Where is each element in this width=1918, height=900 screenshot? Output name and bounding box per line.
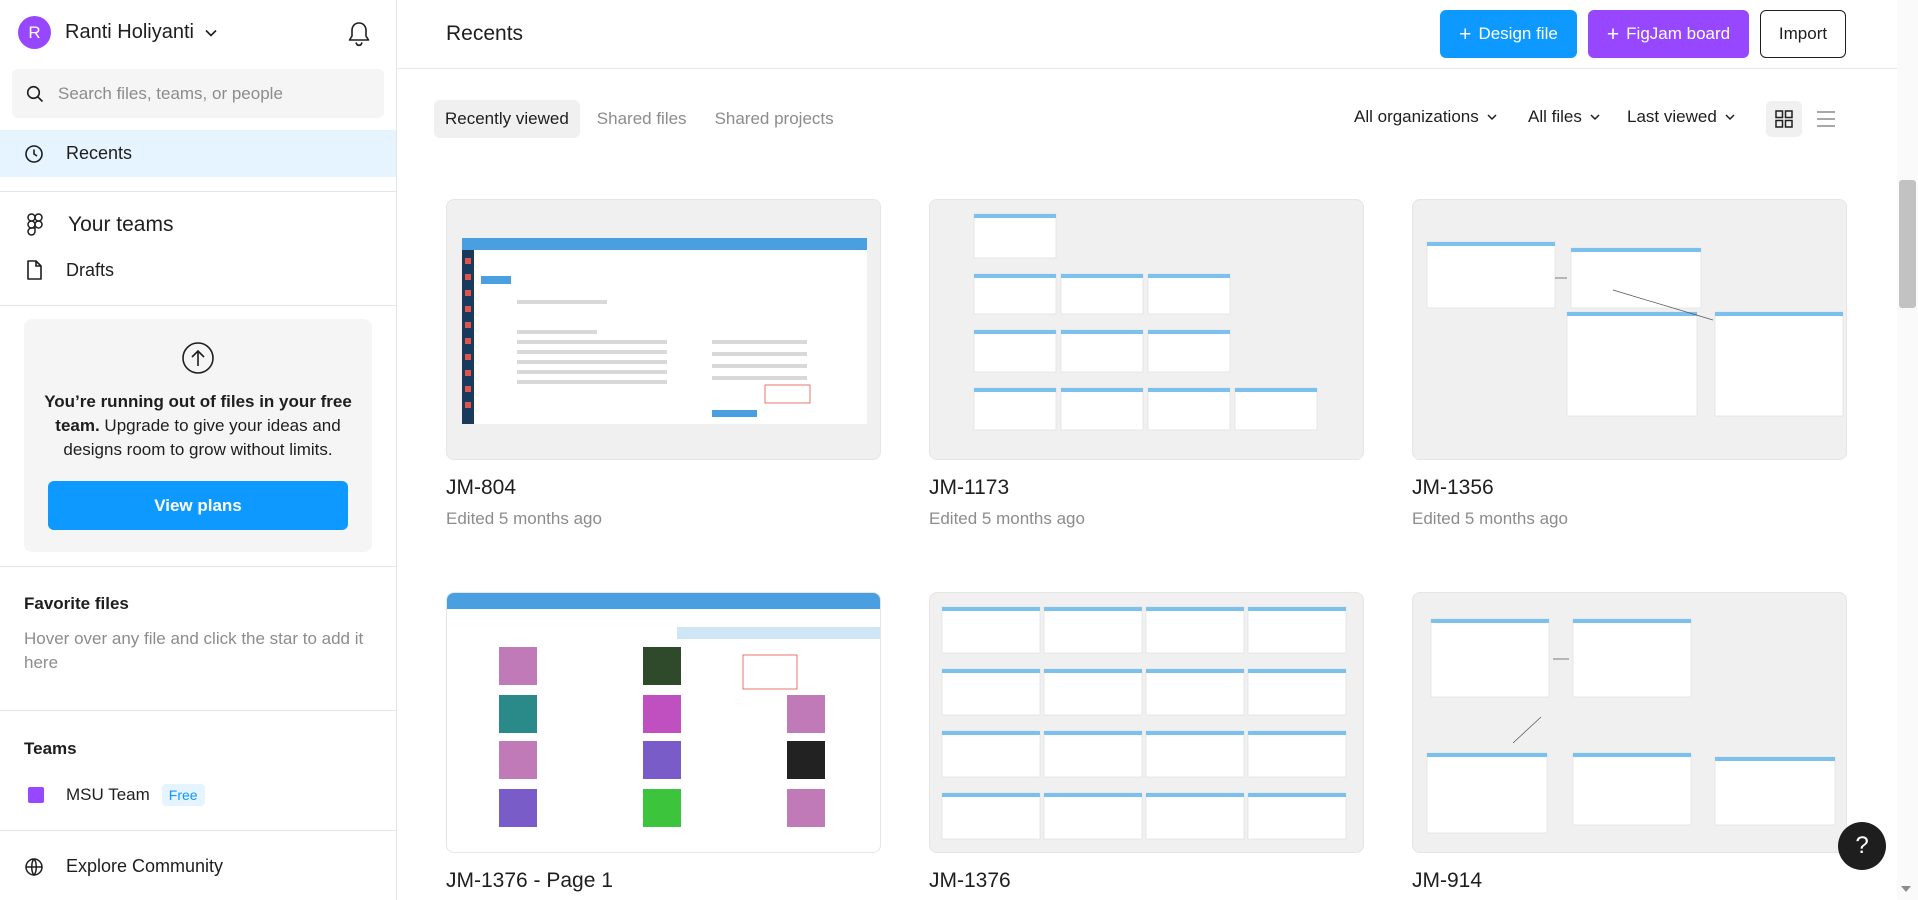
list-view-toggle[interactable] [1808, 101, 1844, 137]
sort-dropdown[interactable]: Last viewed [1627, 107, 1737, 127]
plan-badge: Free [161, 784, 205, 806]
file-thumbnail [929, 199, 1364, 460]
file-card[interactable]: JM-804 Edited 5 months ago [446, 199, 881, 539]
organization-filter-dropdown[interactable]: All organizations [1354, 107, 1499, 127]
main-content: Recents + Design file + FigJam board Imp… [398, 0, 1918, 900]
file-edited-time: Edited 5 months ago [1412, 509, 1568, 528]
top-bar: Recents + Design file + FigJam board Imp… [398, 0, 1918, 69]
tab-recently-viewed[interactable]: Recently viewed [434, 100, 580, 138]
scrollbar-thumb[interactable] [1899, 180, 1916, 308]
plus-icon: + [1606, 22, 1620, 46]
divider [0, 191, 396, 192]
grid-view-toggle[interactable] [1766, 101, 1802, 137]
file-card[interactable]: JM-1376 - Page 1 [446, 592, 881, 900]
file-name: JM-1376 - Page 1 [446, 869, 613, 892]
help-button[interactable]: ? [1838, 822, 1886, 870]
file-thumbnail [1412, 199, 1847, 460]
sidebar-item-label: Your teams [68, 213, 174, 236]
sidebar-item-label: Drafts [66, 259, 115, 280]
file-name: JM-914 [1412, 869, 1483, 892]
page-title: Recents [446, 22, 524, 45]
favorite-files-hint: Hover over any file and click the star t… [24, 629, 364, 672]
divider [0, 710, 396, 711]
sidebar-item-label: Explore Community [66, 856, 224, 876]
scrollbar-track[interactable] [1897, 0, 1918, 900]
file-card[interactable]: JM-1173 Edited 5 months ago [929, 199, 1364, 539]
account-name: Ranti Holiyanti [65, 21, 194, 43]
upgrade-message: You’re running out of files in your free… [44, 390, 352, 462]
sidebar: R Ranti Holiyanti Recents [0, 0, 397, 900]
tab-shared-files[interactable]: Shared files [586, 100, 698, 138]
plus-icon: + [1459, 22, 1472, 46]
sidebar-item-drafts[interactable]: Drafts [24, 259, 114, 281]
chevron-down-icon [1485, 110, 1499, 124]
file-thumbnail [929, 592, 1364, 853]
sidebar-item-msu-team[interactable]: MSU Team Free [28, 784, 205, 806]
file-thumbnail [446, 199, 881, 460]
file-name: JM-804 [446, 476, 517, 499]
upgrade-banner: You’re running out of files in your free… [24, 319, 372, 552]
file-thumbnail [446, 592, 881, 853]
filter-label: All files [1528, 107, 1582, 126]
button-label: Design file [1478, 24, 1558, 43]
upgrade-message-text: Upgrade to give your ideas and designs r… [63, 416, 341, 459]
arrow-up-circle-icon [181, 341, 215, 380]
new-figjam-board-button[interactable]: + FigJam board [1588, 10, 1749, 58]
sidebar-item-your-teams[interactable]: Your teams [24, 212, 173, 238]
search-box[interactable] [12, 69, 384, 118]
file-edited-time: Edited 5 months ago [929, 509, 1085, 528]
file-card[interactable]: JM-1376 [929, 592, 1364, 900]
team-name: MSU Team [66, 785, 150, 804]
file-type-filter-dropdown[interactable]: All files [1528, 107, 1602, 127]
filter-label: All organizations [1354, 107, 1479, 126]
file-thumbnail [1412, 592, 1847, 853]
file-tabs: Recently viewed Shared files Shared proj… [434, 100, 851, 138]
grid-icon [1775, 110, 1793, 128]
filter-label: Last viewed [1627, 107, 1717, 126]
button-label: FigJam board [1626, 24, 1731, 43]
tab-shared-projects[interactable]: Shared projects [704, 100, 845, 138]
file-card[interactable]: JM-1356 Edited 5 months ago [1412, 199, 1847, 539]
account-switcher[interactable]: R Ranti Holiyanti [18, 16, 218, 49]
file-name: JM-1376 [929, 869, 1011, 892]
clock-icon [25, 144, 43, 163]
file-edited-time: Edited 5 months ago [446, 509, 602, 528]
figma-logo-icon [27, 213, 43, 236]
globe-icon [25, 857, 43, 876]
notifications-bell-icon[interactable] [346, 20, 372, 48]
file-card[interactable]: JM-914 [1412, 592, 1847, 900]
team-color-swatch [28, 787, 44, 803]
sidebar-item-label: Recents [66, 143, 133, 163]
divider [0, 830, 396, 831]
file-name: JM-1173 [929, 476, 1010, 499]
scroll-down-arrow-icon[interactable] [1901, 886, 1911, 892]
file-icon [27, 260, 42, 280]
divider [0, 566, 396, 567]
list-icon [1817, 111, 1835, 127]
chevron-down-icon [1723, 110, 1737, 124]
view-plans-button[interactable]: View plans [48, 481, 348, 530]
avatar: R [18, 16, 51, 49]
sidebar-item-recents[interactable]: Recents [0, 130, 396, 177]
divider [0, 305, 396, 306]
search-input[interactable] [58, 83, 358, 104]
import-button[interactable]: Import [1760, 10, 1846, 58]
sidebar-item-explore-community[interactable]: Explore Community [24, 856, 223, 877]
file-name: JM-1356 [1412, 476, 1494, 499]
chevron-down-icon [204, 26, 218, 40]
teams-heading: Teams [24, 739, 77, 758]
favorite-files-heading: Favorite files [24, 594, 129, 613]
chevron-down-icon [1588, 110, 1602, 124]
new-design-file-button[interactable]: + Design file [1440, 10, 1577, 58]
search-icon [26, 85, 44, 102]
